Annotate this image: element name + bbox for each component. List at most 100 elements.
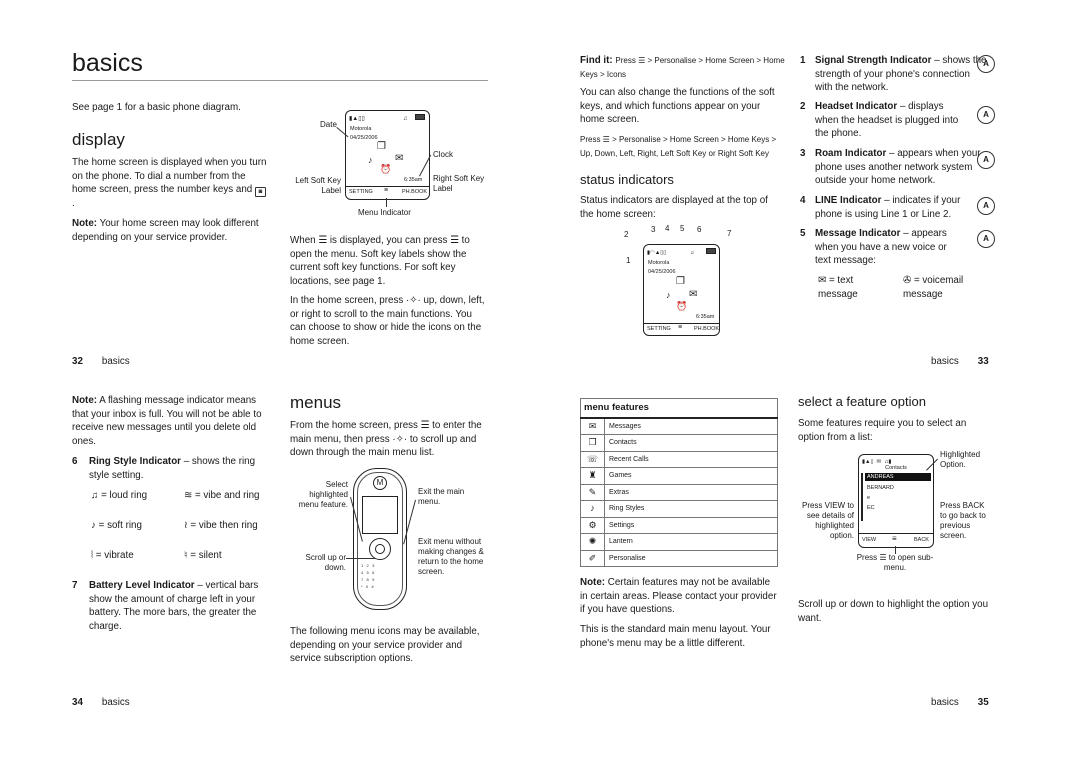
network-feature-icon: A [977, 55, 995, 73]
battery-icon [706, 248, 716, 254]
games-icon: ♜ [580, 467, 605, 485]
list-item-highlighted[interactable]: ANDREAS [865, 473, 931, 481]
ring-styles-icon: ♪ [368, 155, 373, 165]
scroll-label: Scroll up or down. [305, 553, 346, 572]
lantern-icon: ✺ [580, 533, 605, 551]
carrier-name: Motorola [648, 260, 670, 266]
indicator-number: 7 [72, 580, 78, 591]
ring-style-vibe-then-ring: ≀ = vibe then ring [184, 519, 264, 533]
ring-style-icon: ♫ [690, 250, 695, 256]
page-number: 33 [977, 356, 989, 367]
status-bar-icons: ▮▲▯▯ [349, 116, 365, 122]
settings-icon: ⚙ [580, 516, 605, 534]
page-folio-32: 32 basics [72, 355, 130, 369]
indicator-number: 4 [800, 195, 806, 206]
table-row: ✎ Extras [580, 483, 778, 501]
indicator-text: Battery Level Indicator – vertical bars … [89, 579, 267, 633]
find-it-label: Find it: [580, 55, 613, 66]
status-bar-icons: ▮◠▲▯▯ [647, 250, 667, 256]
loud-ring-icon: ♫ [91, 490, 99, 501]
menu-layout-paragraph: This is the standard main menu layout. Y… [580, 624, 771, 649]
list-item[interactable]: EC [867, 505, 875, 512]
network-feature-icon: A [977, 151, 995, 169]
view-soft-key[interactable]: VIEW [862, 537, 876, 544]
menu-feature-label: Recent Calls [604, 450, 778, 468]
right-soft-key: PH.BOOK [402, 189, 428, 195]
ring-style-vibe-and-ring: ≋ = vibe and ring [184, 489, 264, 503]
folio-label: basics [931, 697, 959, 708]
display-note: Note: Your home screen may look differen… [72, 217, 268, 244]
menu-feature-label: Ring Styles [604, 500, 778, 518]
list-item[interactable]: BERNARD [867, 485, 894, 492]
clock-label: Clock [433, 150, 454, 159]
indicator-text: LINE Indicator – indicates if your phone… [815, 194, 965, 221]
find-it-path: Find it: Press ☰ > Personalise > Home Sc… [580, 54, 790, 81]
menu-paragraph: When ☰ is displayed, you can press ☰ to … [290, 235, 470, 287]
menu-feature-label: Lantern [604, 533, 778, 551]
center-select-key [375, 544, 385, 554]
text-message-legend: ✉ = text message [818, 274, 888, 301]
ring-style-vibrate: ⦚ = vibrate [91, 549, 134, 563]
page-number: 34 [72, 697, 83, 708]
clear-key-icon: ◙ [254, 187, 266, 198]
contacts-icon: ❐ [676, 276, 685, 287]
page-number: 35 [977, 697, 989, 708]
menu-feature-label: Settings [604, 516, 778, 534]
indicator-title: LINE Indicator [815, 195, 882, 206]
ring-style-label: = silent [190, 550, 222, 561]
menu-indicator-icon: ≡ [678, 324, 683, 331]
list-item[interactable]: e [867, 495, 870, 502]
page-folio-34: 34 basics [72, 696, 130, 710]
soft-keys-paragraph: You can also change the functions of the… [580, 87, 775, 126]
contacts-list-screen: ▮▲▯ ✉ ♫▮ Contacts ANDREAS BERNARD e EC V… [858, 454, 934, 548]
ring-style-label: = vibe then ring [190, 520, 258, 531]
table-row: ♜ Games [580, 467, 778, 485]
messages-icon: ✉ [689, 289, 698, 300]
menu-feature-label: Contacts [604, 434, 778, 452]
title-rule [72, 80, 488, 81]
section-heading-menus: menus [290, 393, 342, 412]
ring-style-label: = soft ring [98, 520, 142, 531]
menu-indicator-label: Menu Indicator [358, 208, 411, 217]
ring-styles-icon: ♪ [666, 290, 671, 300]
section-heading-display: display [72, 130, 125, 149]
select-paragraph: Some features require you to select an o… [798, 418, 967, 443]
scrollbar[interactable] [861, 473, 863, 521]
voicemail-legend: ✇ = voicemail message [903, 274, 983, 301]
section-heading-select-feature: select a feature option [798, 394, 926, 409]
indicator-title: Roam Indicator [815, 148, 887, 159]
ring-style-soft: ♪ = soft ring [91, 519, 142, 533]
motorola-logo-icon: M [373, 476, 387, 490]
callout-4: 4 [665, 224, 670, 233]
table-row: ⚙ Settings [580, 516, 778, 534]
indicator-title: Signal Strength Indicator [815, 55, 932, 66]
ring-styles-icon: ♪ [580, 500, 605, 518]
indicator-text: Roam Indicator – appears when your phone… [815, 147, 983, 188]
menus-paragraph: From the home screen, press ☰ to enter t… [290, 420, 482, 459]
chapter-title: basics [72, 49, 143, 77]
callout-5: 5 [680, 224, 685, 233]
indicator-item: 5 Message Indicator – appears when you h… [800, 227, 990, 269]
menu-feature-label: Messages [604, 417, 778, 435]
soft-ring-icon: ♪ [91, 520, 96, 531]
indicator-number: 2 [800, 101, 806, 112]
indicator-text: Signal Strength Indicator – shows the st… [815, 54, 987, 95]
ring-style-label: = loud ring [101, 490, 148, 501]
voicemail-label: = voicemail message [903, 275, 964, 300]
table-row: ♪ Ring Styles [580, 500, 778, 518]
screen-date: 04/25/2006 [648, 269, 676, 275]
menu-features-table: menu features ✉ Messages ❐ Contacts ☏ Recen… [580, 398, 778, 567]
indicator-number: 1 [800, 55, 806, 66]
table-row: ✺ Lantern [580, 533, 778, 551]
note-text: Your home screen may look different depe… [72, 218, 259, 243]
back-soft-key[interactable]: BACK [914, 537, 929, 544]
display-paragraph: The home screen is displayed when you tu… [72, 157, 267, 210]
page-folio-33: basics 33 [931, 355, 989, 369]
indicator-text: Headset Indicator – displays when the he… [815, 100, 965, 141]
phone-screen: ▮◠▲▯▯ ♫ Motorola 04/25/2006 ❐ ♪ ✉ ⏰ 6:35… [643, 244, 720, 336]
keypad: 1 2 34 5 67 8 9 * 0 # [361, 563, 375, 589]
folio-label: basics [931, 356, 959, 367]
callout-2: 2 [624, 230, 629, 239]
section-heading-status-indicators: status indicators [580, 172, 674, 187]
indicator-number: 6 [72, 456, 78, 467]
